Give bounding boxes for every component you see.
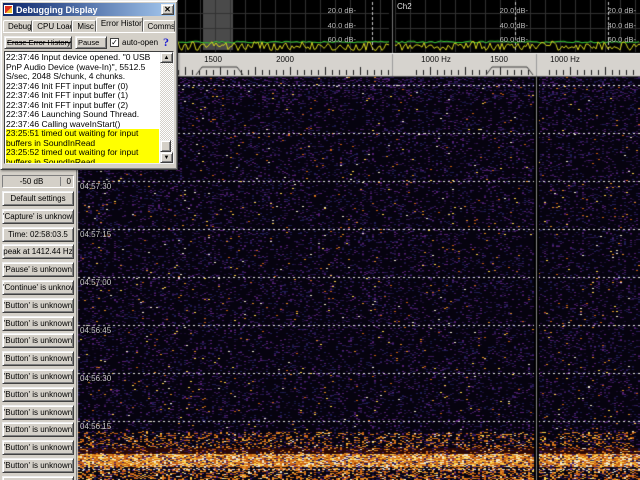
debugging-display-window: Debugging Display ✕ DebugCPU LoadMiscErr… <box>0 0 178 170</box>
channel-2-label: Ch2 <box>397 2 412 11</box>
scroll-down-icon[interactable]: ▼ <box>160 152 173 163</box>
waterfall-time-label: 04:57:00 <box>80 278 111 287</box>
ruler-frequency-label: 2000 <box>276 55 294 64</box>
db-tick-label: 20.0 dB- <box>468 6 528 21</box>
error-log-box[interactable]: 22:37:46 Input device opened. "0 USB PnP… <box>4 51 174 164</box>
db-tick-label: 20.0 dB- <box>576 6 636 21</box>
panel-button[interactable]: Default settings <box>2 191 74 206</box>
panel-button[interactable]: 'Button' is unknown <box>2 458 74 473</box>
db-tick-label: 20.0 dB- <box>296 6 356 21</box>
log-scrollbar[interactable]: ▲ ▼ <box>160 52 173 163</box>
tab-error-history[interactable]: Error History <box>96 17 143 32</box>
ruler-frequency-label: 1000 Hz <box>550 55 580 64</box>
db-tick-label: 60.0 dB- <box>576 35 636 50</box>
db-scale-pane2: 20.0 dB- 40.0 dB- 60.0 dB- <box>468 6 528 50</box>
debug-tab-bar: DebugCPU LoadMiscError HistoryComms <box>3 18 175 33</box>
db-tick-label: 60.0 dB- <box>468 35 528 50</box>
scroll-up-icon[interactable]: ▲ <box>160 52 173 63</box>
error-log-lines: 22:37:46 Input device opened. "0 USB PnP… <box>5 52 160 163</box>
amplitude-max-label: 0 <box>60 177 73 186</box>
control-panel: -50 dB 0 Default settings 'Capture' is un… <box>0 170 77 480</box>
panel-button[interactable]: peak at 1412.44 Hz <box>2 244 74 259</box>
waterfall-time-label: 04:56:30 <box>80 374 111 383</box>
amplitude-min-label: -50 dB <box>3 177 60 186</box>
tab-cpu-load[interactable]: CPU Load <box>32 20 72 32</box>
panel-button[interactable]: 'Button' is unknown <box>2 298 74 313</box>
panel-button[interactable]: 'Continue' is unknown <box>2 280 74 295</box>
panel-button[interactable]: 'Button' is unknown <box>2 333 74 348</box>
db-tick-label: 40.0 dB- <box>468 21 528 36</box>
panel-button[interactable]: Time: 02:58:03.5 <box>2 227 74 242</box>
panel-button[interactable]: 'Button' is unknown <box>2 476 74 480</box>
control-button-list: Default settings 'Capture' is unknown Time… <box>0 191 76 480</box>
panel-button[interactable]: 'Button' is unknown <box>2 369 74 384</box>
db-scale-pane3: 20.0 dB- 40.0 dB- 60.0 dB- <box>576 6 636 50</box>
panel-button[interactable]: 'Button' is unknown <box>2 316 74 331</box>
amplitude-range-control[interactable]: -50 dB 0 <box>2 175 74 188</box>
scroll-track[interactable] <box>160 63 173 152</box>
ruler-frequency-label: 1500 <box>204 55 222 64</box>
window-titlebar[interactable]: Debugging Display ✕ <box>3 3 175 16</box>
panel-button[interactable]: 'Button' is unknown <box>2 440 74 455</box>
log-line: 23:25:52 timed out waiting for input buf… <box>6 148 159 163</box>
close-icon[interactable]: ✕ <box>161 4 174 15</box>
ruler-frequency-label: 1500 <box>490 55 508 64</box>
waterfall-time-label: 04:57:30 <box>80 182 111 191</box>
log-line: 23:25:51 timed out waiting for input buf… <box>6 129 159 148</box>
waterfall-time-label: 04:57:15 <box>80 230 111 239</box>
db-scale-pane1: 20.0 dB- 40.0 dB- 60.0 dB- <box>296 6 356 50</box>
auto-open-label: auto-open <box>122 38 158 47</box>
panel-button[interactable]: 'Button' is unknown <box>2 387 74 402</box>
log-line: 22:37:46 Input device opened. "0 USB PnP… <box>6 53 159 82</box>
waterfall-time-label: 04:56:45 <box>80 326 111 335</box>
erase-error-history-button[interactable]: Erase Error History <box>4 36 72 49</box>
window-title: Debugging Display <box>16 5 161 15</box>
db-tick-label: 60.0 dB- <box>296 35 356 50</box>
panel-button[interactable]: 'Capture' is unknown <box>2 209 74 224</box>
db-tick-label: 40.0 dB- <box>296 21 356 36</box>
panel-button[interactable]: 'Pause' is unknown <box>2 262 74 277</box>
tab-comms[interactable]: Comms <box>143 20 176 32</box>
tab-misc[interactable]: Misc <box>72 20 95 32</box>
panel-button[interactable]: 'Button' is unknown <box>2 422 74 437</box>
db-tick-label: 40.0 dB- <box>576 21 636 36</box>
auto-open-checkbox[interactable]: ✓ <box>110 38 119 47</box>
tab-debug[interactable]: Debug <box>3 20 32 32</box>
scroll-thumb[interactable] <box>160 140 171 152</box>
panel-button[interactable]: 'Button' is unknown <box>2 351 74 366</box>
ruler-frequency-label: 1000 Hz <box>421 55 451 64</box>
waterfall-time-label: 04:56:15 <box>80 422 111 431</box>
debugging-display-icon <box>4 5 13 14</box>
help-icon[interactable]: ? <box>163 35 169 50</box>
panel-button[interactable]: 'Button' is unknown <box>2 405 74 420</box>
pause-button[interactable]: Pause <box>75 36 107 49</box>
